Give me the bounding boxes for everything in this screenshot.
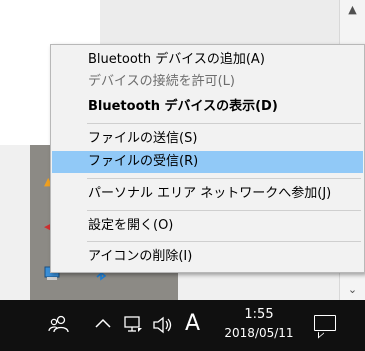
- menu-item-send-file[interactable]: ファイルの送信(S): [52, 128, 363, 150]
- menu-item-open-settings[interactable]: 設定を開く(O): [52, 215, 363, 237]
- bluetooth-context-menu: Bluetooth デバイスの追加(A) デバイスの接続を許可(L) Bluet…: [50, 44, 365, 273]
- menu-item-join-pan[interactable]: パーソナル エリア ネットワークへ参加(J): [52, 183, 363, 205]
- menu-separator: [87, 210, 361, 211]
- people-icon[interactable]: [48, 314, 70, 338]
- menu-item-show-bluetooth-devices[interactable]: Bluetooth デバイスの表示(D): [52, 96, 363, 118]
- clock-time[interactable]: 1:55: [228, 307, 290, 322]
- notification-icon[interactable]: [314, 315, 336, 331]
- ime-indicator[interactable]: A: [185, 311, 200, 336]
- menu-separator: [87, 123, 361, 124]
- scroll-up-arrow-icon[interactable]: ▲: [340, 0, 365, 20]
- clock-date[interactable]: 2018/05/11: [216, 326, 302, 340]
- menu-item-receive-file[interactable]: ファイルの受信(R): [52, 151, 363, 173]
- menu-separator: [87, 178, 361, 179]
- chevron-up-icon[interactable]: [94, 315, 112, 333]
- taskbar: A 1:55 2018/05/11: [0, 300, 365, 351]
- menu-separator: [87, 241, 361, 242]
- scroll-down-arrow-icon[interactable]: ⌄: [340, 280, 365, 300]
- volume-icon[interactable]: [152, 315, 174, 339]
- network-icon[interactable]: [123, 315, 145, 339]
- menu-item-add-bluetooth-device[interactable]: Bluetooth デバイスの追加(A): [52, 49, 363, 71]
- menu-item-allow-device-connection: デバイスの接続を許可(L): [88, 74, 235, 89]
- menu-item-remove-icon[interactable]: アイコンの削除(I): [52, 246, 363, 268]
